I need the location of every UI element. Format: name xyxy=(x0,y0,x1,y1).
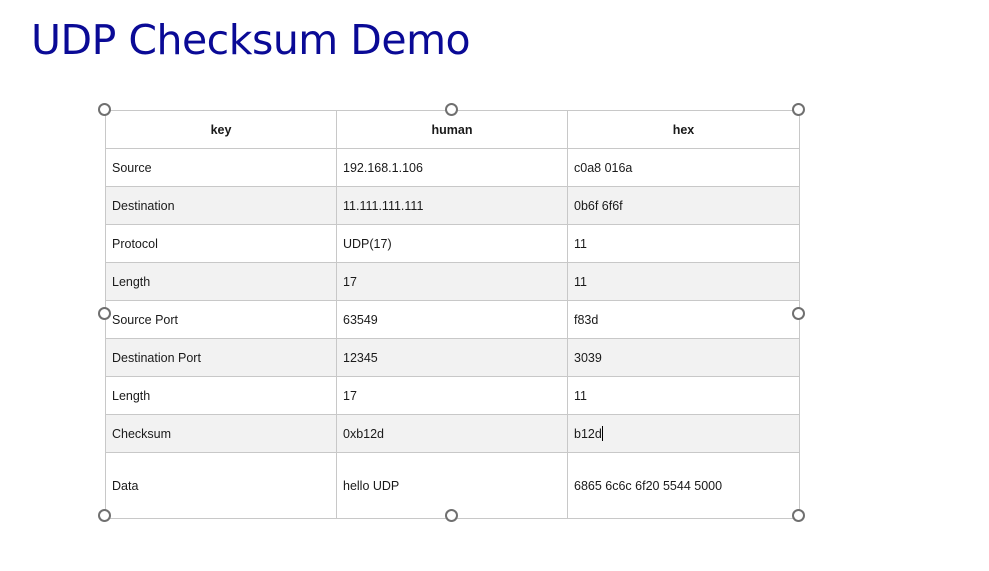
table-cell[interactable]: 63549 xyxy=(336,300,568,339)
header-cell-human[interactable]: human xyxy=(336,110,568,149)
header-cell-key[interactable]: key xyxy=(105,110,337,149)
udp-fields-table[interactable]: key human hex Source 192.168.1.106 c0a8 … xyxy=(105,110,800,519)
table-cell[interactable]: Length xyxy=(105,262,337,301)
table-cell[interactable]: Checksum xyxy=(105,414,337,453)
table-cell[interactable]: Data xyxy=(105,452,337,519)
table-row-destination-port: Destination Port 12345 3039 xyxy=(105,338,800,377)
text-caret xyxy=(601,426,603,441)
table-cell[interactable]: 12345 xyxy=(336,338,568,377)
resize-handle-top-left[interactable] xyxy=(98,103,111,116)
table-cell[interactable]: Protocol xyxy=(105,224,337,263)
table-row-source-port: Source Port 63549 f83d xyxy=(105,300,800,339)
resize-handle-top-center[interactable] xyxy=(445,103,458,116)
header-cell-hex[interactable]: hex xyxy=(567,110,800,149)
table-cell[interactable]: Destination xyxy=(105,186,337,225)
table-cell[interactable]: Source xyxy=(105,148,337,187)
table-cell[interactable]: Destination Port xyxy=(105,338,337,377)
table-cell[interactable]: f83d xyxy=(567,300,800,339)
table-cell[interactable]: 17 xyxy=(336,376,568,415)
table-cell[interactable]: 11.111.111.111 xyxy=(336,186,568,225)
table-cell[interactable]: c0a8 016a xyxy=(567,148,800,187)
resize-handle-bottom-center[interactable] xyxy=(445,509,458,522)
table-row-length: Length 17 11 xyxy=(105,262,800,301)
resize-handle-bottom-right[interactable] xyxy=(792,509,805,522)
table-cell[interactable]: Source Port xyxy=(105,300,337,339)
table-cell[interactable]: 11 xyxy=(567,376,800,415)
resize-handle-top-right[interactable] xyxy=(792,103,805,116)
table-selection-frame[interactable]: key human hex Source 192.168.1.106 c0a8 … xyxy=(98,103,805,522)
resize-handle-bottom-left[interactable] xyxy=(98,509,111,522)
resize-handle-middle-left[interactable] xyxy=(98,307,111,320)
table-cell[interactable]: 6865 6c6c 6f20 5544 5000 xyxy=(567,452,800,519)
table-header-row: key human hex xyxy=(105,110,800,149)
table-cell[interactable]: 17 xyxy=(336,262,568,301)
table-row-destination: Destination 11.111.111.111 0b6f 6f6f xyxy=(105,186,800,225)
table-cell[interactable]: 0b6f 6f6f xyxy=(567,186,800,225)
table-row-udp-length: Length 17 11 xyxy=(105,376,800,415)
table-row-checksum: Checksum 0xb12d b12d xyxy=(105,414,800,453)
table-row-protocol: Protocol UDP(17) 11 xyxy=(105,224,800,263)
table-cell[interactable]: Length xyxy=(105,376,337,415)
table-cell[interactable]: 11 xyxy=(567,262,800,301)
table-row-source: Source 192.168.1.106 c0a8 016a xyxy=(105,148,800,187)
slide-title[interactable]: UDP Checksum Demo xyxy=(31,16,471,64)
table-cell[interactable]: 11 xyxy=(567,224,800,263)
resize-handle-middle-right[interactable] xyxy=(792,307,805,320)
table-cell-active[interactable]: b12d xyxy=(567,414,800,453)
table-cell[interactable]: UDP(17) xyxy=(336,224,568,263)
table-cell[interactable]: 192.168.1.106 xyxy=(336,148,568,187)
cell-text: b12d xyxy=(574,427,602,441)
table-cell[interactable]: 3039 xyxy=(567,338,800,377)
table-cell[interactable]: 0xb12d xyxy=(336,414,568,453)
